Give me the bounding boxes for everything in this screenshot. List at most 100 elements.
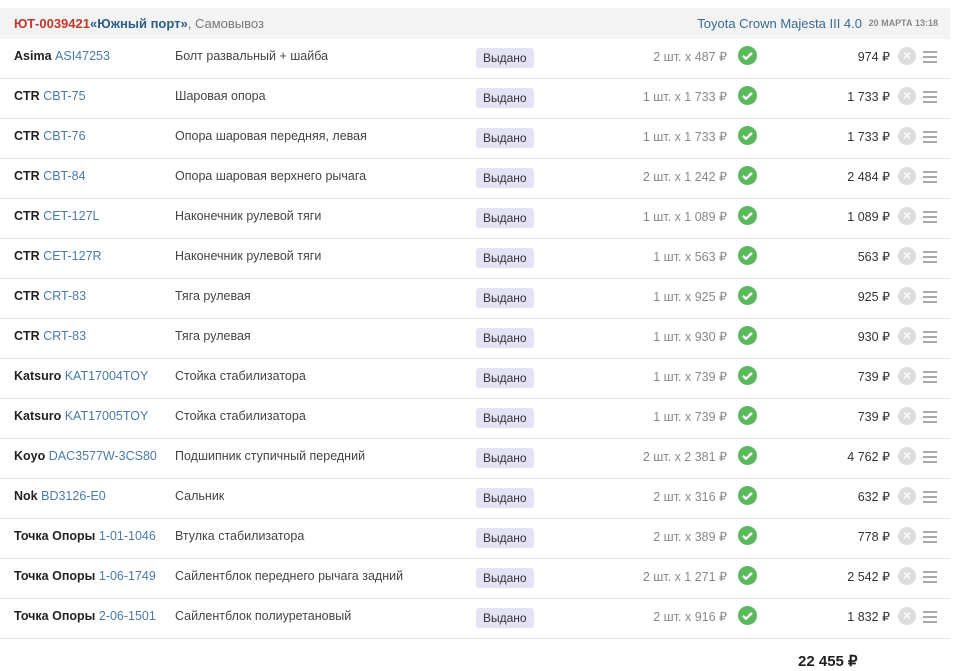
part-code-link[interactable]: BD3126-E0 (41, 489, 106, 503)
remove-icon[interactable]: × (898, 327, 916, 345)
menu-icon[interactable] (923, 571, 937, 586)
check-icon (738, 406, 757, 425)
quantity-price: 2 шт. x 916 ₽ (653, 610, 727, 624)
check-icon (738, 486, 757, 505)
car-link[interactable]: Toyota Crown Majesta III 4.0 (697, 8, 862, 39)
table-row: CTR CBT-75 Шаровая опора Выдано 1 шт. x … (0, 79, 950, 119)
part-description: Тяга рулевая (175, 329, 251, 343)
remove-icon[interactable]: × (898, 367, 916, 385)
brand-name: Asima (14, 49, 52, 63)
part-code-link[interactable]: 1-01-1046 (99, 529, 156, 543)
brand: CTR CRT-83 (14, 289, 86, 303)
status-badge: Выдано (476, 48, 534, 68)
remove-icon[interactable]: × (898, 287, 916, 305)
menu-icon[interactable] (923, 51, 937, 66)
menu-icon[interactable] (923, 211, 937, 226)
part-description: Наконечник рулевой тяги (175, 209, 322, 223)
remove-icon[interactable]: × (898, 487, 916, 505)
status-badge: Выдано (476, 128, 534, 148)
order-total: 22 455 ₽ (798, 653, 858, 670)
remove-icon[interactable]: × (898, 527, 916, 545)
menu-icon[interactable] (923, 171, 937, 186)
order-date: 20 МАРТА 13:18 (868, 18, 938, 28)
part-code-link[interactable]: 1-06-1749 (99, 569, 156, 583)
row-total: 930 ₽ (857, 330, 890, 344)
part-code-link[interactable]: KAT17004TOY (65, 369, 149, 383)
remove-icon[interactable]: × (898, 447, 916, 465)
row-total: 563 ₽ (857, 250, 890, 264)
quantity-price: 2 шт. x 1 271 ₽ (642, 570, 727, 584)
status-badge: Выдано (476, 288, 534, 308)
menu-icon[interactable] (923, 91, 937, 106)
part-code-link[interactable]: CRT-83 (43, 289, 86, 303)
remove-icon[interactable]: × (898, 247, 916, 265)
check-icon (738, 526, 757, 545)
quantity-price: 1 шт. x 1 089 ₽ (642, 210, 727, 224)
order-number[interactable]: ЮТ-0039421 (14, 8, 90, 39)
menu-icon[interactable] (923, 251, 937, 266)
brand: Katsuro KAT17005TOY (14, 409, 148, 423)
remove-icon[interactable]: × (898, 127, 916, 145)
menu-icon[interactable] (923, 451, 937, 466)
table-row: CTR CET-127L Наконечник рулевой тяги Выд… (0, 199, 950, 239)
part-code-link[interactable]: CRT-83 (43, 329, 86, 343)
table-row: Nok BD3126-E0 Сальник Выдано 2 шт. x 316… (0, 479, 950, 519)
remove-icon[interactable]: × (898, 87, 916, 105)
menu-icon[interactable] (923, 371, 937, 386)
part-code-link[interactable]: CET-127R (43, 249, 101, 263)
quantity-price: 2 шт. x 316 ₽ (653, 490, 727, 504)
brand-name: Nok (14, 489, 38, 503)
row-total: 2 484 ₽ (847, 170, 890, 184)
part-code-link[interactable]: 2-06-1501 (99, 609, 156, 623)
quantity-price: 1 шт. x 1 733 ₽ (642, 130, 727, 144)
check-icon (738, 246, 757, 265)
remove-icon[interactable]: × (898, 167, 916, 185)
remove-icon[interactable]: × (898, 407, 916, 425)
menu-icon[interactable] (923, 531, 937, 546)
part-code-link[interactable]: KAT17005TOY (65, 409, 149, 423)
delivery-method: , Самовывоз (187, 16, 264, 31)
menu-icon[interactable] (923, 611, 937, 626)
shop-info: «Южный порт», Самовывоз (90, 8, 264, 39)
shop-name[interactable]: «Южный порт» (90, 16, 188, 31)
brand: CTR CBT-84 (14, 169, 86, 183)
check-icon (738, 206, 757, 225)
brand: Nok BD3126-E0 (14, 489, 106, 503)
part-description: Опора шаровая верхнего рычага (175, 169, 367, 183)
menu-icon[interactable] (923, 491, 937, 506)
check-icon (738, 166, 757, 185)
quantity-price: 2 шт. x 1 242 ₽ (642, 170, 727, 184)
status-badge: Выдано (476, 368, 534, 388)
menu-icon[interactable] (923, 331, 937, 346)
remove-icon[interactable]: × (898, 207, 916, 225)
remove-icon[interactable]: × (898, 567, 916, 585)
table-row: Katsuro KAT17004TOY Стойка стабилизатора… (0, 359, 950, 399)
remove-icon[interactable]: × (898, 607, 916, 625)
status-badge: Выдано (476, 488, 534, 508)
status-badge: Выдано (476, 208, 534, 228)
menu-icon[interactable] (923, 131, 937, 146)
part-code-link[interactable]: CBT-75 (43, 89, 85, 103)
part-code-link[interactable]: CET-127L (43, 209, 99, 223)
part-code-link[interactable]: ASI47253 (55, 49, 110, 63)
brand: CTR CBT-75 (14, 89, 86, 103)
remove-icon[interactable]: × (898, 47, 916, 65)
quantity-price: 1 шт. x 563 ₽ (653, 250, 727, 264)
table-row: Точка Опоры 1-01-1046 Втулка стабилизато… (0, 519, 950, 559)
part-code-link[interactable]: CBT-76 (43, 129, 85, 143)
items-list: Asima ASI47253 Болт развальный + шайба В… (0, 39, 950, 639)
quantity-price: 2 шт. x 389 ₽ (653, 530, 727, 544)
brand: Точка Опоры 2-06-1501 (14, 609, 156, 623)
quantity-price: 1 шт. x 930 ₽ (653, 330, 727, 344)
table-row: CTR CET-127R Наконечник рулевой тяги Выд… (0, 239, 950, 279)
part-code-link[interactable]: DAC3577W-3CS80 (49, 449, 157, 463)
status-badge: Выдано (476, 328, 534, 348)
menu-icon[interactable] (923, 411, 937, 426)
brand-name: CTR (14, 249, 40, 263)
brand: Koyo DAC3577W-3CS80 (14, 449, 157, 463)
menu-icon[interactable] (923, 291, 937, 306)
quantity-price: 1 шт. x 925 ₽ (653, 290, 727, 304)
check-icon (738, 126, 757, 145)
part-code-link[interactable]: CBT-84 (43, 169, 85, 183)
row-total: 2 542 ₽ (847, 570, 890, 584)
